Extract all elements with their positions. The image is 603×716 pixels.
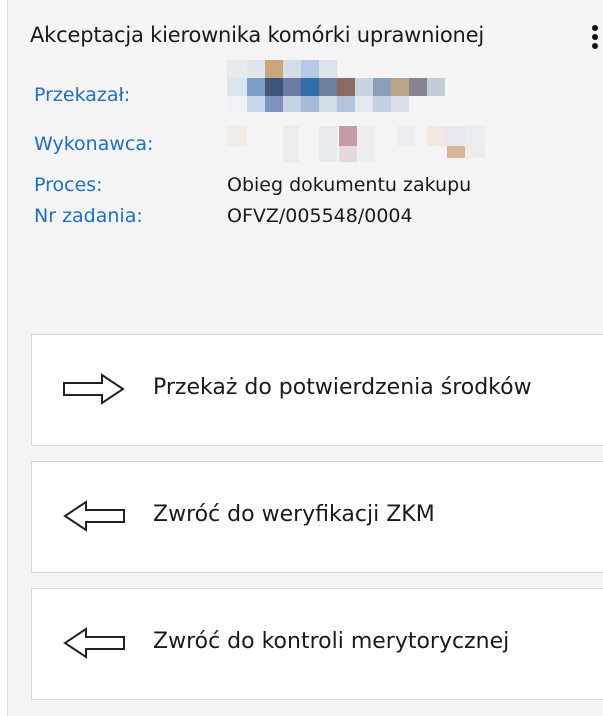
- nr-zadania-label: Nr zadania:: [34, 205, 143, 227]
- proces-label: Proces:: [34, 174, 103, 196]
- wykonawca-label: Wykonawca:: [34, 133, 154, 155]
- nr-zadania-value: OFVZ/005548/0004: [227, 205, 413, 227]
- task-title: Akceptacja kierownika komórki uprawnione…: [30, 23, 484, 47]
- action-button-zwroc-kontrola[interactable]: Zwróć do kontroli merytorycznej: [31, 588, 603, 700]
- arrow-left-icon: [63, 627, 125, 659]
- action-button-przekaz[interactable]: Przekaż do potwierdzenia środków: [31, 334, 603, 446]
- action-label: Zwróć do kontroli merytorycznej: [153, 629, 510, 654]
- arrow-left-icon: [63, 500, 125, 532]
- action-label: Przekaż do potwierdzenia środków: [153, 375, 532, 400]
- arrow-right-icon: [63, 373, 125, 405]
- more-options-icon[interactable]: [588, 22, 602, 62]
- task-panel: Akceptacja kierownika komórki uprawnione…: [7, 0, 603, 716]
- wykonawca-value-redacted: [227, 126, 507, 162]
- action-label: Zwróć do weryfikacji ZKM: [153, 502, 435, 527]
- przekazal-label: Przekazał:: [34, 84, 131, 106]
- proces-value: Obieg dokumentu zakupu: [227, 174, 472, 196]
- action-button-zwroc-zkm[interactable]: Zwróć do weryfikacji ZKM: [31, 461, 603, 573]
- przekazal-value-redacted: [227, 60, 452, 112]
